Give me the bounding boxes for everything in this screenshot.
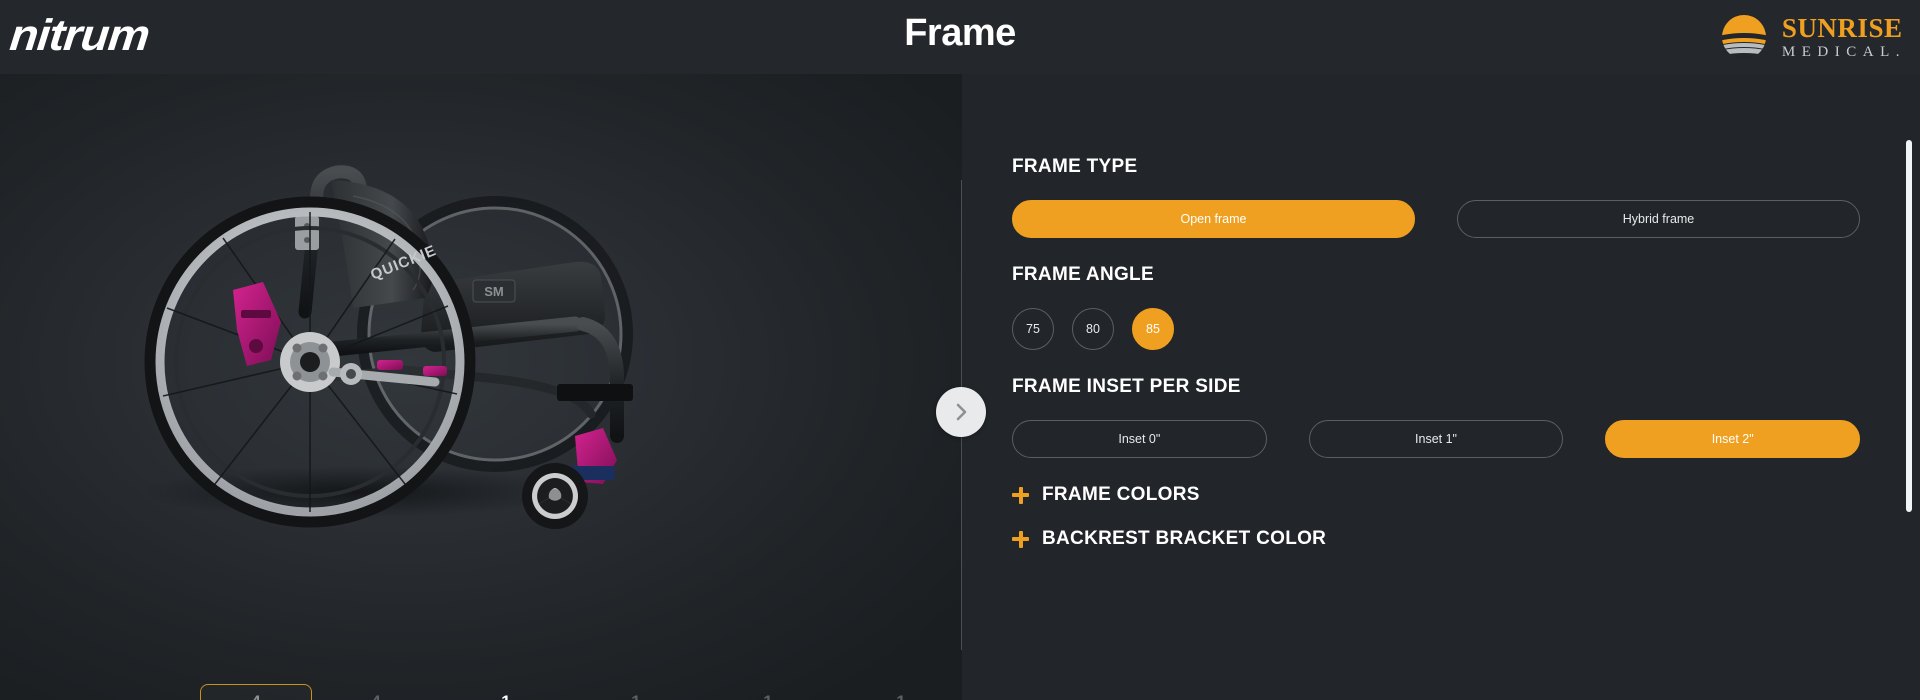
svg-text:SM: SM (484, 284, 504, 299)
frame-angle-options: 75 80 85 (1012, 308, 1860, 350)
step-item[interactable]: 4 (200, 684, 312, 700)
accordion-backrest-bracket-color-label: BACKREST BRACKET COLOR (1042, 528, 1327, 549)
frame-inset-0[interactable]: Inset 0" (1012, 420, 1267, 458)
step-strip: 4 4 1 1 1 1 1 (0, 668, 962, 700)
frame-angle-label: FRAME ANGLE (1012, 264, 1154, 285)
step-item[interactable]: 1 (712, 684, 824, 700)
options-scrollbar-track[interactable] (1906, 110, 1912, 670)
wheelchair-render: SM QUICKIE (140, 165, 633, 529)
sunrise-wordmark: SUNRISE MEDICAL. (1781, 12, 1906, 60)
page-title: Frame (904, 12, 1016, 54)
frame-inset-label: FRAME INSET PER SIDE (1012, 376, 1241, 397)
options-panel: FRAME TYPE Open frame Hybrid frame FRAME… (962, 74, 1920, 700)
frame-type-label: FRAME TYPE (1012, 156, 1138, 177)
step-item[interactable]: 1 (580, 684, 692, 700)
options-scrollbar-thumb[interactable] (1906, 140, 1912, 512)
frame-type-options: Open frame Hybrid frame (1012, 200, 1860, 238)
step-item[interactable]: 1 (450, 684, 562, 700)
step-item[interactable]: 1 (845, 684, 957, 700)
sunrise-sun-icon (1716, 13, 1772, 61)
frame-type-hybrid-frame[interactable]: Hybrid frame (1457, 200, 1860, 238)
next-step-button[interactable] (936, 387, 986, 437)
frame-inset-1[interactable]: Inset 1" (1308, 420, 1564, 458)
frame-inset-2[interactable]: Inset 2" (1605, 420, 1861, 458)
step-item[interactable]: 4 (320, 684, 432, 700)
frame-angle-80[interactable]: 80 (1072, 308, 1114, 350)
frame-type-open-frame[interactable]: Open frame (1012, 200, 1415, 238)
frame-inset-options: Inset 0" Inset 1" Inset 2" (1012, 420, 1861, 458)
configurator-app: nitrum Frame SUNRISE MEDICAL. SM QUICKIE… (0, 0, 1920, 700)
frame-angle-75[interactable]: 75 (1012, 308, 1054, 350)
app-header: nitrum Frame SUNRISE MEDICAL. (0, 0, 1920, 74)
chevron-right-icon (956, 403, 967, 421)
sunrise-line1: SUNRISE (1781, 12, 1903, 43)
sunrise-line2: MEDICAL. (1781, 43, 1906, 60)
accordion-frame-colors-label: FRAME COLORS (1042, 484, 1200, 505)
plus-icon (1012, 486, 1029, 504)
accordion-frame-colors[interactable]: FRAME COLORS (1012, 484, 1860, 506)
accordion-backrest-bracket-color[interactable]: BACKREST BRACKET COLOR (1012, 528, 1860, 550)
frame-angle-85[interactable]: 85 (1132, 308, 1174, 350)
product-viewer[interactable]: SM QUICKIE (0, 74, 962, 700)
plus-icon (1012, 530, 1029, 548)
sunrise-medical-logo: SUNRISE MEDICAL. (1716, 8, 1906, 66)
